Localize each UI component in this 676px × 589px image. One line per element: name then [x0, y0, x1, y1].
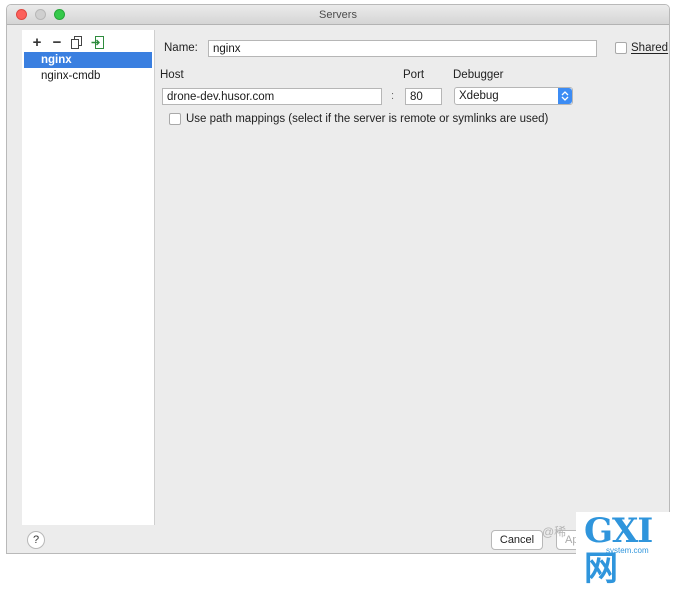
import-icon: [91, 35, 104, 49]
server-list-toolbar: + −: [27, 34, 107, 50]
remove-server-button[interactable]: −: [47, 34, 67, 50]
debugger-select[interactable]: Xdebug: [454, 87, 573, 105]
port-field[interactable]: [405, 88, 442, 105]
path-mappings-label: Use path mappings (select if the server …: [186, 113, 549, 125]
watermark-domain: system.com: [606, 546, 649, 555]
name-label: Name:: [164, 42, 198, 54]
copy-server-button[interactable]: [67, 34, 87, 50]
server-item-nginx-cmdb[interactable]: nginx-cmdb: [24, 68, 152, 84]
name-field[interactable]: [208, 40, 597, 57]
title-bar: Servers: [7, 5, 669, 25]
cancel-button[interactable]: Cancel: [491, 530, 543, 550]
port-label: Port: [403, 69, 425, 81]
host-port-separator: :: [391, 90, 395, 102]
select-arrows-icon: [558, 88, 572, 104]
help-button[interactable]: ?: [27, 531, 45, 549]
servers-dialog: Servers + − nginx nginx-cmdb Name: nginx…: [6, 4, 670, 554]
debugger-label: Debugger: [453, 69, 504, 81]
copy-icon: [71, 35, 83, 49]
shared-label: Shared: [631, 42, 668, 54]
server-item-nginx[interactable]: nginx: [24, 52, 152, 68]
server-list-panel: + − nginx nginx-cmdb: [22, 30, 155, 525]
debugger-select-value: Xdebug: [459, 90, 499, 102]
watermark: GXI网 system.com: [576, 512, 676, 588]
host-label: Host: [160, 69, 184, 81]
server-list: nginx nginx-cmdb: [24, 52, 152, 84]
path-mappings-checkbox[interactable]: [169, 113, 181, 125]
host-field[interactable]: [162, 88, 382, 105]
shared-checkbox[interactable]: [615, 42, 627, 54]
add-server-button[interactable]: +: [27, 34, 47, 50]
shared-label-text: Shared: [631, 42, 669, 54]
import-server-button[interactable]: [87, 34, 107, 50]
window-title: Servers: [319, 9, 357, 21]
watermark-faint-text: @稀: [542, 525, 567, 539]
